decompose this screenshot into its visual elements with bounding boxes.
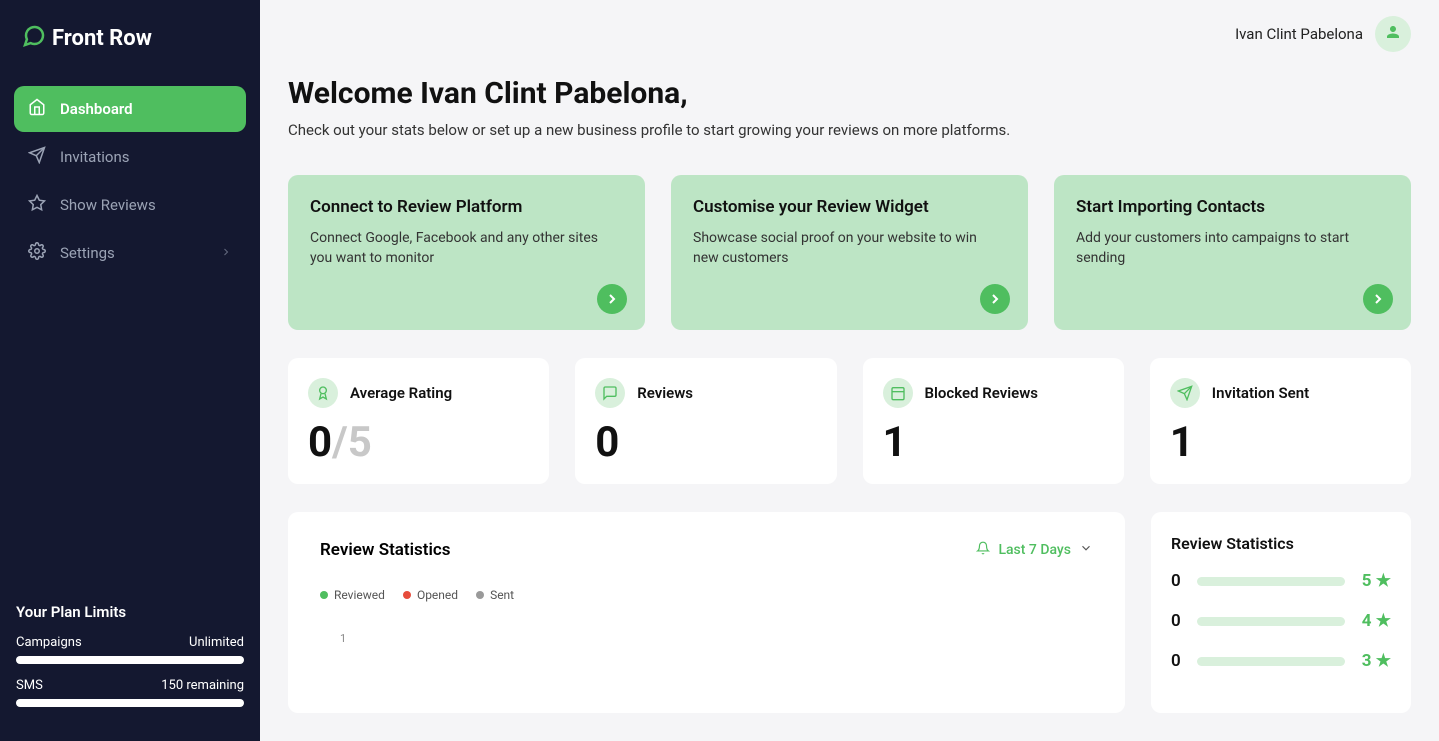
rating-row-3: 0 3 ★ xyxy=(1171,651,1391,671)
card-desc: Showcase social proof on your website to… xyxy=(693,229,1006,268)
rating-bar xyxy=(1197,617,1345,626)
nav: Dashboard Invitations Show Reviews xyxy=(14,86,246,278)
dot-icon xyxy=(320,591,328,599)
card-customise-widget[interactable]: Customise your Review Widget Showcase so… xyxy=(671,175,1028,330)
rating-row-4: 0 4 ★ xyxy=(1171,611,1391,631)
limit-bar-sms xyxy=(16,699,244,707)
rating-bar xyxy=(1197,577,1345,586)
setup-cards: Connect to Review Platform Connect Googl… xyxy=(288,175,1411,330)
nav-label: Show Reviews xyxy=(60,196,156,214)
card-title: Connect to Review Platform xyxy=(310,197,623,217)
stat-blocked-reviews: Blocked Reviews 1 xyxy=(863,358,1124,484)
legend-reviewed: Reviewed xyxy=(320,588,385,602)
star-icon xyxy=(28,194,46,216)
page-subtitle: Check out your stats below or set up a n… xyxy=(288,121,1411,139)
limit-sms: SMS 150 remaining xyxy=(16,678,244,693)
stat-value: 0/5 xyxy=(308,422,529,464)
logo[interactable]: Front Row xyxy=(14,20,246,76)
page-title: Welcome Ivan Clint Pabelona, xyxy=(288,76,1411,111)
arrow-right-icon xyxy=(597,284,627,314)
avatar[interactable] xyxy=(1375,16,1411,52)
user-icon xyxy=(1384,23,1402,45)
rating-stars: 5 ★ xyxy=(1359,571,1391,591)
rating-stars: 3 ★ xyxy=(1359,651,1391,671)
nav-label: Settings xyxy=(60,244,115,262)
stat-value: 1 xyxy=(883,422,1104,464)
stat-average-rating: Average Rating 0/5 xyxy=(288,358,549,484)
card-title: Customise your Review Widget xyxy=(693,197,1006,217)
filter-label: Last 7 Days xyxy=(998,542,1071,558)
home-icon xyxy=(28,98,46,120)
rating-count: 0 xyxy=(1171,611,1183,631)
bottom-row: Review Statistics Last 7 Days Reviewed xyxy=(288,512,1411,713)
limit-value: Unlimited xyxy=(189,635,244,650)
send-icon xyxy=(28,146,46,168)
chart-filter-dropdown[interactable]: Last 7 Days xyxy=(976,541,1093,559)
limit-value: 150 remaining xyxy=(161,678,244,693)
plan-limits-title: Your Plan Limits xyxy=(16,603,244,621)
rating-bar xyxy=(1197,657,1345,666)
nav-settings[interactable]: Settings xyxy=(14,230,246,276)
nav-label: Dashboard xyxy=(60,100,133,118)
stat-label: Invitation Sent xyxy=(1212,384,1309,402)
stat-label: Reviews xyxy=(637,384,693,402)
legend-sent: Sent xyxy=(476,588,514,602)
stat-reviews: Reviews 0 xyxy=(575,358,836,484)
legend-opened: Opened xyxy=(403,588,458,602)
arrow-right-icon xyxy=(1363,284,1393,314)
nav-invitations[interactable]: Invitations xyxy=(14,134,246,180)
limit-label: SMS xyxy=(16,678,43,693)
limit-bar-campaigns xyxy=(16,656,244,664)
nav-label: Invitations xyxy=(60,148,129,166)
limit-campaigns: Campaigns Unlimited xyxy=(16,635,244,650)
card-import-contacts[interactable]: Start Importing Contacts Add your custom… xyxy=(1054,175,1411,330)
chart-review-statistics: Review Statistics Last 7 Days Reviewed xyxy=(288,512,1125,713)
stat-value: 0 xyxy=(595,422,816,464)
chart-title: Review Statistics xyxy=(320,540,451,560)
nav-show-reviews[interactable]: Show Reviews xyxy=(14,182,246,228)
y-axis-tick: 1 xyxy=(340,632,346,645)
limit-label: Campaigns xyxy=(16,635,82,650)
dot-icon xyxy=(476,591,484,599)
bell-icon xyxy=(976,541,990,559)
card-title: Start Importing Contacts xyxy=(1076,197,1389,217)
main: Ivan Clint Pabelona Welcome Ivan Clint P… xyxy=(260,0,1439,741)
card-connect-platform[interactable]: Connect to Review Platform Connect Googl… xyxy=(288,175,645,330)
stat-label: Average Rating xyxy=(350,384,452,402)
nav-dashboard[interactable]: Dashboard xyxy=(14,86,246,132)
ribbon-icon xyxy=(308,378,338,408)
welcome-section: Welcome Ivan Clint Pabelona, Check out y… xyxy=(288,76,1411,139)
arrow-right-icon xyxy=(980,284,1010,314)
stats-row: Average Rating 0/5 Reviews 0 Blocked Rev… xyxy=(288,358,1411,484)
stat-invitation-sent: Invitation Sent 1 xyxy=(1150,358,1411,484)
shield-icon xyxy=(883,378,913,408)
user-name: Ivan Clint Pabelona xyxy=(1235,25,1363,43)
ratings-breakdown: Review Statistics 0 5 ★ 0 4 ★ 0 3 ★ xyxy=(1151,512,1411,713)
sidebar: Front Row Dashboard Invitations xyxy=(0,0,260,741)
dot-icon xyxy=(403,591,411,599)
stat-label: Blocked Reviews xyxy=(925,384,1039,402)
chevron-right-icon xyxy=(220,244,232,262)
rating-row-5: 0 5 ★ xyxy=(1171,571,1391,591)
chart-area: 1 xyxy=(320,632,1093,672)
card-desc: Connect Google, Facebook and any other s… xyxy=(310,229,623,268)
plan-limits: Your Plan Limits Campaigns Unlimited SMS… xyxy=(14,603,246,721)
message-icon xyxy=(595,378,625,408)
rating-stars: 4 ★ xyxy=(1359,611,1391,631)
ratings-title: Review Statistics xyxy=(1171,534,1391,553)
rating-count: 0 xyxy=(1171,651,1183,671)
rating-count: 0 xyxy=(1171,571,1183,591)
logo-text: Front Row xyxy=(52,26,152,51)
send-icon xyxy=(1170,378,1200,408)
card-desc: Add your customers into campaigns to sta… xyxy=(1076,229,1389,268)
chevron-down-icon xyxy=(1079,541,1093,559)
chart-legend: Reviewed Opened Sent xyxy=(320,588,1093,602)
chat-bubble-icon xyxy=(22,24,46,52)
gear-icon xyxy=(28,242,46,264)
stat-value: 1 xyxy=(1170,422,1391,464)
topbar: Ivan Clint Pabelona xyxy=(288,0,1411,52)
